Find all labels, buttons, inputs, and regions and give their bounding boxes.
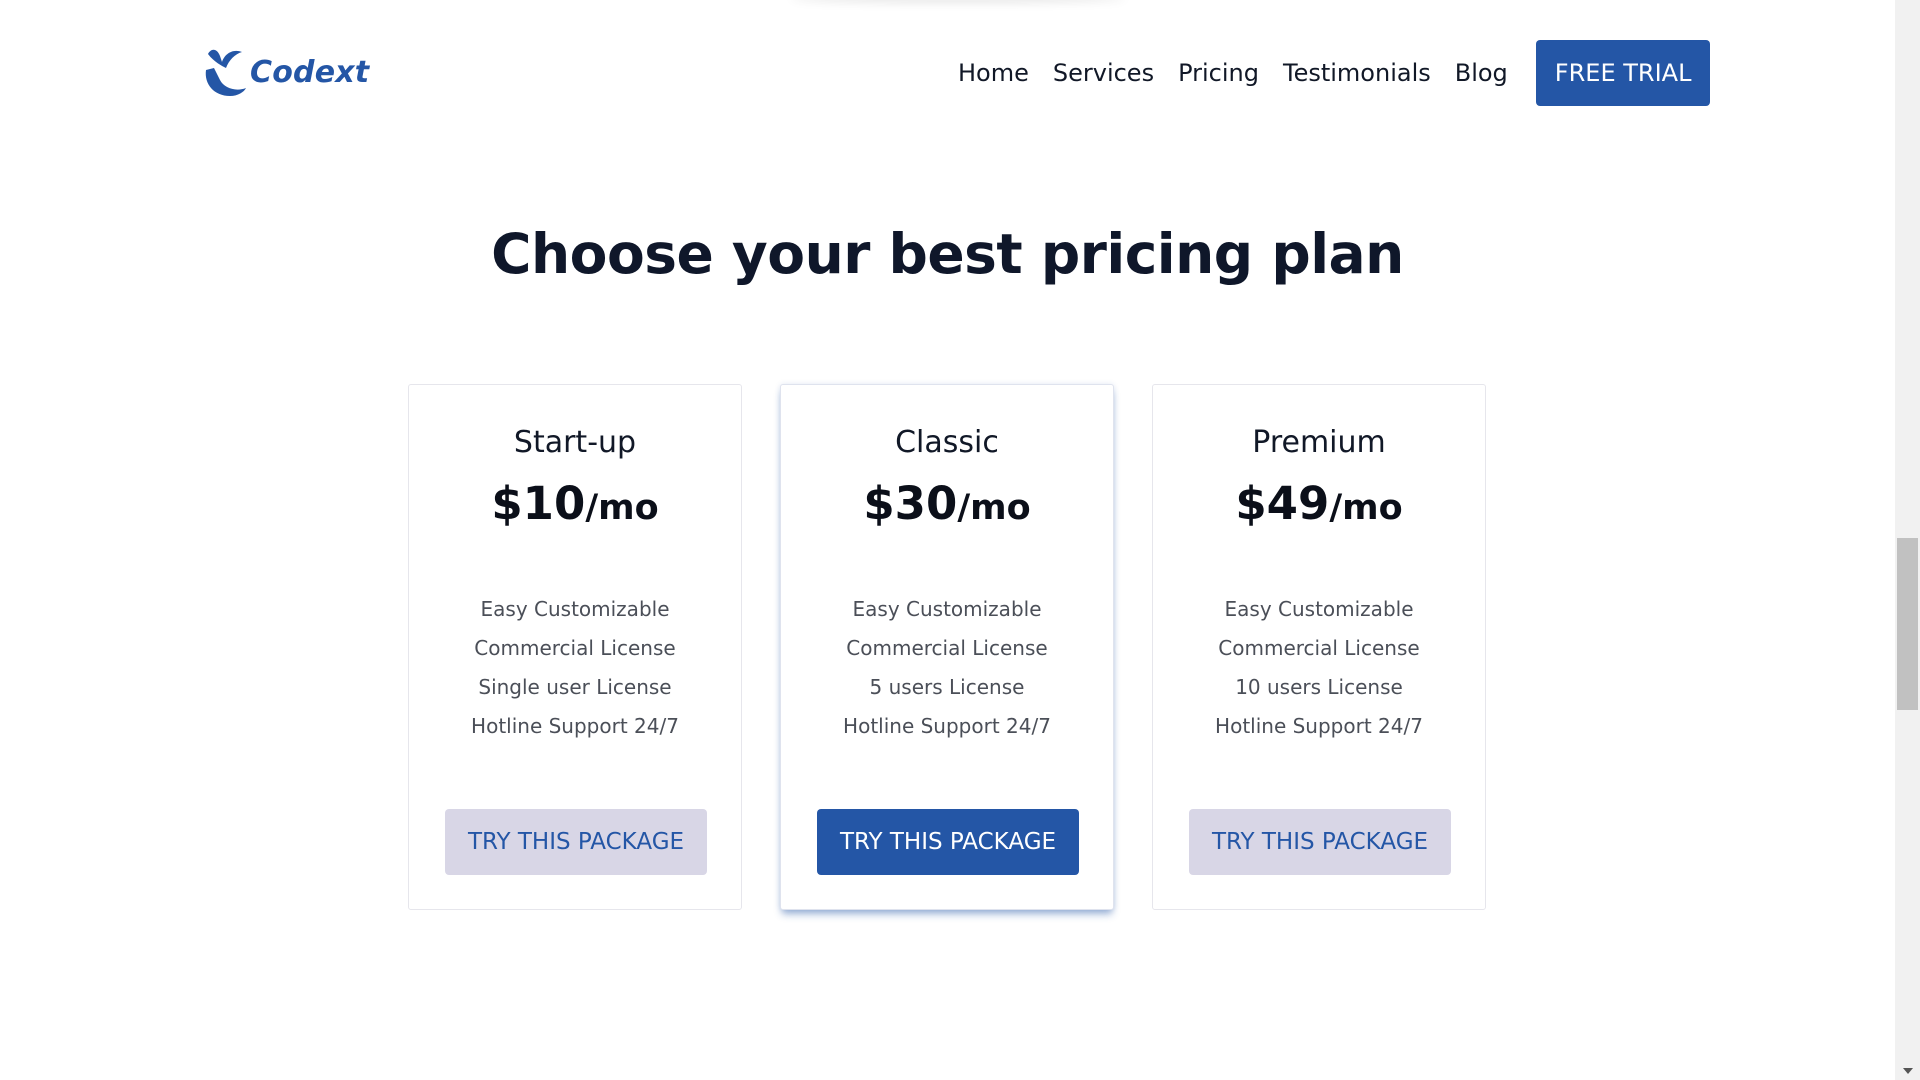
plan-price: $30/mo (781, 477, 1113, 530)
try-package-button-classic[interactable]: TRY THIS PACKAGE (817, 809, 1079, 875)
feature-item: Single user License (478, 675, 672, 699)
feature-item: Commercial License (1218, 636, 1420, 660)
nav-blog-link[interactable]: Blog (1455, 59, 1508, 87)
price-amount: $30 (863, 477, 958, 530)
nav-services-link[interactable]: Services (1053, 59, 1154, 87)
price-unit: /mo (957, 488, 1031, 528)
scrollbar-thumb[interactable] (1897, 538, 1918, 710)
pricing-title: Choose your best pricing plan (491, 222, 1404, 286)
nav-testimonials-link[interactable]: Testimonials (1283, 59, 1431, 87)
free-trial-button[interactable]: FREE TRIAL (1535, 39, 1711, 106)
chevron-down-icon[interactable] (1903, 1068, 1913, 1074)
price-amount: $10 (491, 477, 586, 530)
plan-name: Start-up (513, 425, 637, 460)
price-unit: /mo (585, 488, 659, 528)
plan-name: Premium (1252, 425, 1386, 460)
feature-list: Easy Customizable Commercial License Sin… (409, 590, 741, 746)
feature-item: Easy Customizable (480, 597, 670, 621)
feature-item: Hotline Support 24/7 (471, 714, 679, 738)
plan-price: $49/mo (1153, 477, 1485, 530)
feature-list: Easy Customizable Commercial License 5 u… (781, 590, 1113, 746)
plan-price: $10/mo (409, 477, 741, 530)
feature-item: Hotline Support 24/7 (1215, 714, 1423, 738)
feature-item: Commercial License (474, 636, 676, 660)
nav-home-link[interactable]: Home (958, 59, 1029, 87)
main-nav: Home Services Pricing Testimonials Blog … (958, 39, 1711, 106)
feature-item: Easy Customizable (852, 597, 1042, 621)
feature-list: Easy Customizable Commercial License 10 … (1153, 590, 1485, 746)
feature-item: 10 users License (1235, 675, 1403, 699)
feature-item: Easy Customizable (1224, 597, 1414, 621)
feature-item: 5 users License (869, 675, 1025, 699)
site-header: Codext Home Services Pricing Testimonial… (0, 0, 1895, 145)
feature-item: Hotline Support 24/7 (843, 714, 1051, 738)
nav-pricing-link[interactable]: Pricing (1178, 59, 1259, 87)
plan-name: Classic (895, 425, 999, 460)
pricing-card-classic: Classic $30/mo Easy Customizable Commerc… (780, 384, 1114, 910)
brand-name: Codext (250, 54, 370, 90)
codext-logo-icon (205, 49, 246, 96)
pricing-card-premium: Premium $49/mo Easy Customizable Commerc… (1152, 384, 1486, 910)
try-package-button-startup[interactable]: TRY THIS PACKAGE (445, 809, 707, 875)
page: Codext Home Services Pricing Testimonial… (0, 0, 1920, 1080)
vertical-scrollbar[interactable] (1895, 0, 1920, 1080)
brand-logo[interactable]: Codext (202, 46, 369, 98)
pricing-card-startup: Start-up $10/mo Easy Customizable Commer… (408, 384, 742, 910)
price-amount: $49 (1235, 477, 1330, 530)
try-package-button-premium[interactable]: TRY THIS PACKAGE (1189, 809, 1451, 875)
price-unit: /mo (1329, 488, 1403, 528)
feature-item: Commercial License (846, 636, 1048, 660)
